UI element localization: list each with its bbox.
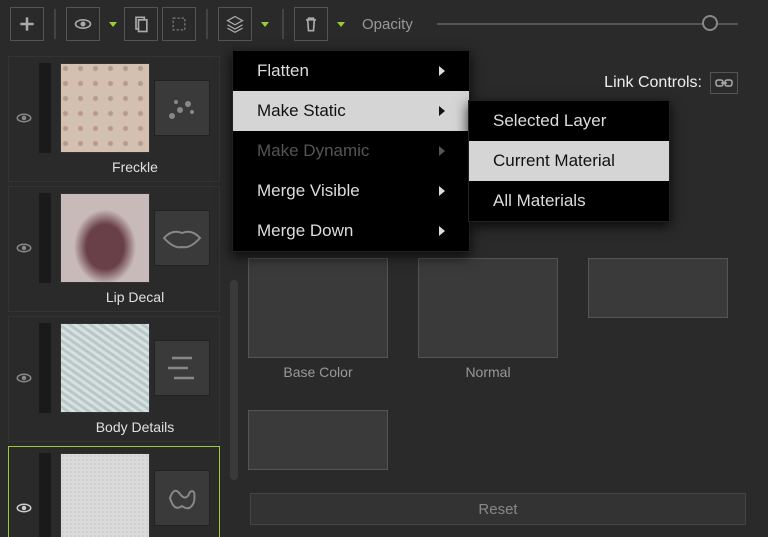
opacity-slider[interactable] [437, 23, 738, 25]
swatch-preview[interactable] [418, 258, 558, 358]
submenu-item-label: Selected Layer [493, 111, 606, 131]
swatch-label: Normal [418, 364, 558, 380]
layer-item-freckle[interactable]: Freckle [8, 56, 220, 182]
menu-item-flatten[interactable]: Flatten [233, 51, 469, 91]
menu-item-make-static[interactable]: Make Static [233, 91, 469, 131]
menu-item-label: Merge Visible [257, 181, 360, 201]
chevron-right-icon [439, 66, 445, 76]
layer-item-lip-decal[interactable]: Lip Decal [8, 186, 220, 312]
copy-button[interactable] [124, 7, 158, 41]
link-toggle-button[interactable] [710, 72, 738, 94]
swatch-preview[interactable] [248, 258, 388, 358]
submenu-item-all-materials[interactable]: All Materials [469, 181, 669, 221]
layer-panel: Freckle Lip Decal [0, 48, 228, 537]
layer-item-body-noise[interactable]: Body Noise [8, 446, 220, 537]
link-controls-label: Link Controls: [604, 74, 702, 92]
menu-item-label: Make Dynamic [257, 141, 369, 161]
eye-icon[interactable] [15, 369, 33, 390]
chevron-right-icon [439, 226, 445, 236]
layers-menu-dropdown-arrow[interactable] [256, 7, 272, 41]
layer-bar [39, 323, 51, 413]
layer-name-label: Lip Decal [106, 289, 164, 305]
reset-button[interactable]: Reset [250, 493, 746, 525]
toolbar: Opacity [0, 0, 768, 48]
separator [282, 9, 284, 39]
freckle-icon [154, 80, 210, 136]
layer-name-label: Body Details [96, 419, 175, 435]
swatch-preview[interactable] [248, 410, 388, 470]
delete-button[interactable] [294, 7, 328, 41]
opacity-slider-handle[interactable] [702, 15, 718, 31]
submenu-item-label: All Materials [493, 191, 586, 211]
swatch-normal[interactable]: Normal [418, 258, 558, 380]
eye-icon[interactable] [15, 109, 33, 130]
visibility-dropdown-arrow[interactable] [104, 7, 120, 41]
layer-thumbnail[interactable] [60, 63, 150, 153]
swatch-base-color[interactable]: Base Color [248, 258, 388, 380]
make-static-submenu: Selected Layer Current Material All Mate… [468, 100, 670, 222]
separator [54, 9, 56, 39]
add-button[interactable] [10, 7, 44, 41]
layer-item-body-details[interactable]: Body Details [8, 316, 220, 442]
scrollbar[interactable] [230, 280, 238, 480]
layers-menu: Flatten Make Static Make Dynamic Merge V… [232, 50, 470, 252]
layer-bar [39, 453, 51, 537]
layer-bar [39, 63, 51, 153]
layer-thumbnail[interactable] [60, 193, 150, 283]
swatch-preview[interactable] [588, 258, 728, 318]
swatch-extra-1[interactable] [588, 258, 728, 380]
submenu-item-selected-layer[interactable]: Selected Layer [469, 101, 669, 141]
chevron-right-icon [439, 186, 445, 196]
delete-dropdown-arrow[interactable] [332, 7, 348, 41]
menu-item-label: Merge Down [257, 221, 353, 241]
layer-bar [39, 193, 51, 283]
reset-label: Reset [478, 501, 517, 518]
separator [206, 9, 208, 39]
submenu-item-label: Current Material [493, 151, 615, 171]
menu-item-label: Make Static [257, 101, 346, 121]
lines-icon [154, 340, 210, 396]
visibility-button[interactable] [66, 7, 100, 41]
swatch-grid: Base Color Normal [248, 258, 748, 470]
link-controls: Link Controls: [604, 72, 738, 94]
menu-item-label: Flatten [257, 61, 309, 81]
chevron-right-icon [439, 146, 445, 156]
menu-item-make-dynamic[interactable]: Make Dynamic [233, 131, 469, 171]
layer-thumbnail[interactable] [60, 453, 150, 537]
opacity-label: Opacity [362, 16, 413, 33]
select-button[interactable] [162, 7, 196, 41]
layer-name-label: Freckle [112, 159, 158, 175]
eye-icon[interactable] [15, 499, 33, 520]
layers-menu-button[interactable] [218, 7, 252, 41]
menu-item-merge-visible[interactable]: Merge Visible [233, 171, 469, 211]
swatch-label: Base Color [248, 364, 388, 380]
lips-icon [154, 210, 210, 266]
swatch-extra-2[interactable] [248, 410, 388, 470]
menu-item-merge-down[interactable]: Merge Down [233, 211, 469, 251]
submenu-item-current-material[interactable]: Current Material [469, 141, 669, 181]
noise-icon [154, 470, 210, 526]
layer-thumbnail[interactable] [60, 323, 150, 413]
chevron-right-icon [439, 106, 445, 116]
eye-icon[interactable] [15, 239, 33, 260]
